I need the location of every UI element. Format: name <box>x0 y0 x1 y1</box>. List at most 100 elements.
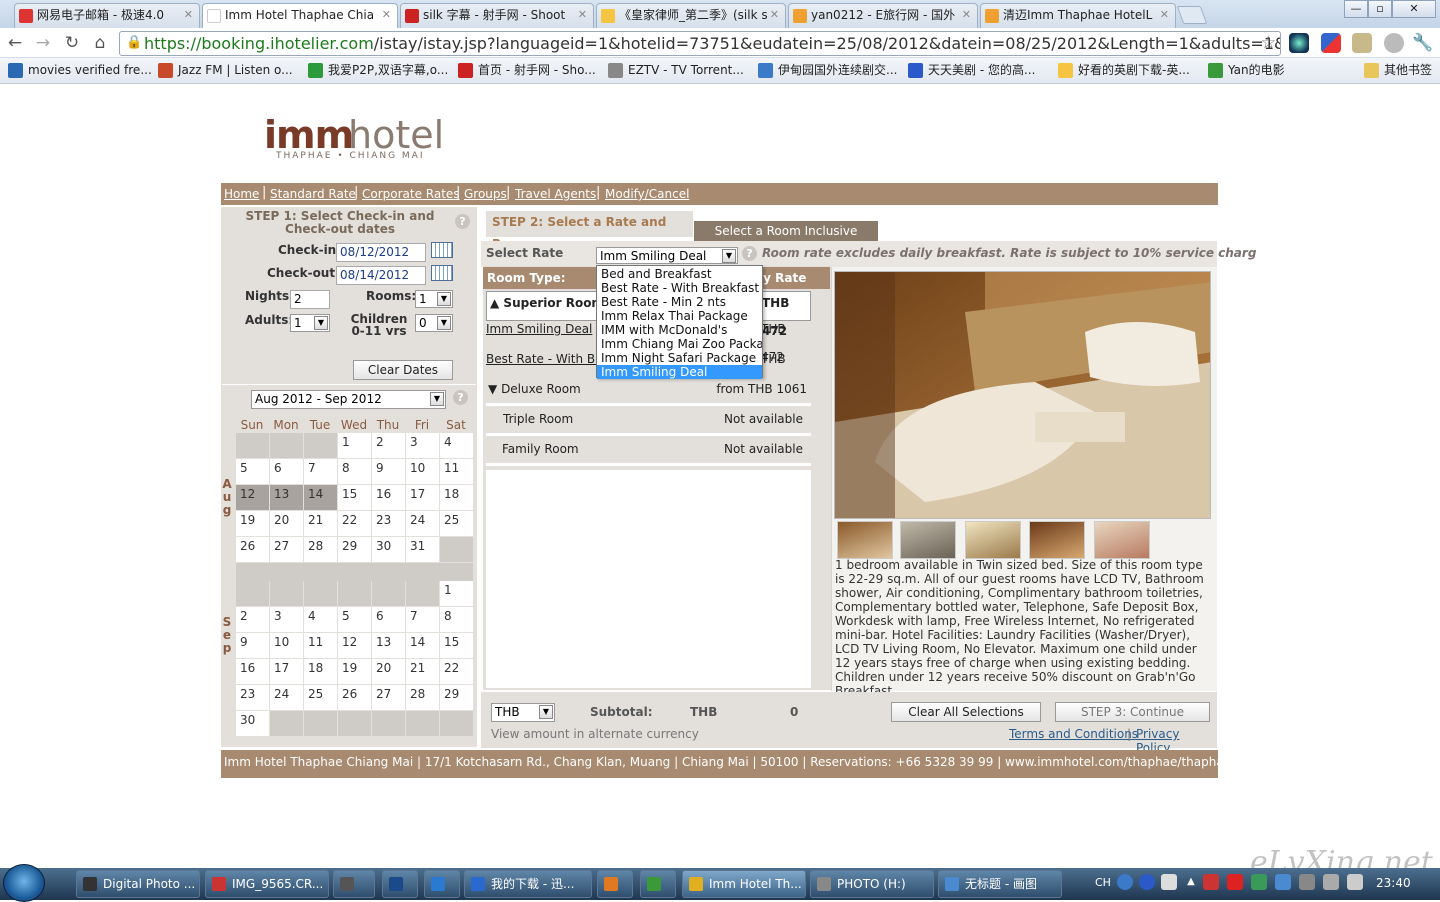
bookmark-item[interactable]: 好看的英剧下载-英... <box>1058 62 1190 78</box>
calendar-day[interactable]: 1 <box>440 581 473 606</box>
calendar-day[interactable]: 6 <box>270 459 303 484</box>
calendar-day[interactable]: 21 <box>304 511 337 536</box>
bookmark-item[interactable]: Yan的电影 <box>1208 62 1285 78</box>
calendar-day[interactable]: 27 <box>372 685 405 710</box>
taskbar-button[interactable]: 无标题 - 画图 <box>938 870 1062 898</box>
calendar-icon[interactable] <box>431 265 453 281</box>
bookmark-item[interactable]: 天天美剧 - 您的高... <box>908 62 1035 78</box>
bookmark-item[interactable]: 我爱P2P,双语字幕,o... <box>308 62 448 78</box>
calendar-day[interactable]: 7 <box>304 459 337 484</box>
calendar-day[interactable]: 8 <box>440 607 473 632</box>
tray-expand-icon[interactable]: ▲ <box>1183 874 1199 890</box>
room-thumbnail[interactable] <box>965 521 1021 559</box>
bookmark-item[interactable]: Jazz FM | Listen o... <box>158 62 293 78</box>
minimize-button[interactable]: — <box>1344 0 1368 18</box>
calendar-day[interactable]: 25 <box>304 685 337 710</box>
calendar-day[interactable]: 16 <box>236 659 269 684</box>
help-icon[interactable]: ? <box>742 246 757 261</box>
calendar-day[interactable]: 9 <box>372 459 405 484</box>
rate-option[interactable]: Imm Relax Thai Package <box>597 309 762 323</box>
calendar-day[interactable]: 8 <box>338 459 371 484</box>
calendar-day[interactable]: 20 <box>372 659 405 684</box>
menu-travel-agents[interactable]: Travel Agents <box>515 187 596 201</box>
extension-icon[interactable] <box>1352 33 1372 53</box>
terms-link[interactable]: Terms and Conditions <box>1009 727 1138 741</box>
adults-select[interactable]: 1 ▼ <box>290 314 330 332</box>
bookmark-item[interactable]: 首页 - 射手网 - Sho... <box>458 62 596 78</box>
rate-option[interactable]: Imm Night Safari Package <box>597 351 762 365</box>
other-bookmarks[interactable]: 其他书签 <box>1364 62 1432 78</box>
room-family[interactable]: Family Room Not available <box>486 438 811 466</box>
room-thumbnail[interactable] <box>1029 521 1085 559</box>
extension-icon[interactable] <box>1289 33 1309 53</box>
checkout-input[interactable]: 08/14/2012 <box>336 266 426 285</box>
rate-name-link[interactable]: Best Rate - With Bre <box>486 345 607 373</box>
calendar-day[interactable]: 30 <box>372 537 405 562</box>
tab-5[interactable]: 清迈Imm Thaphae HotelL ✕ <box>980 3 1176 28</box>
calendar-day[interactable]: 27 <box>270 537 303 562</box>
maximize-button[interactable]: ▫ <box>1368 0 1392 18</box>
tab-2[interactable]: silk 字幕 - 射手网 - Shoot ✕ <box>400 3 594 28</box>
close-icon[interactable]: ✕ <box>184 4 193 26</box>
calendar-day[interactable]: 18 <box>304 659 337 684</box>
rate-option[interactable]: Best Rate - Min 2 nts <box>597 295 762 309</box>
currency-select[interactable]: THB ▼ <box>491 703 555 722</box>
menu-groups[interactable]: Groups <box>464 187 507 201</box>
wrench-icon[interactable]: 🔧 <box>1412 33 1433 53</box>
start-button[interactable] <box>3 864 45 902</box>
bookmark-item[interactable]: movies verified fre... <box>8 62 152 78</box>
calendar-day[interactable]: 21 <box>406 659 439 684</box>
calendar-day[interactable]: 23 <box>236 685 269 710</box>
extension-icon[interactable] <box>1384 33 1404 53</box>
volume-icon[interactable] <box>1347 874 1363 890</box>
calendar-day[interactable]: 15 <box>338 485 371 510</box>
children-select[interactable]: 0 ▼ <box>415 314 453 332</box>
menu-modify-cancel[interactable]: Modify/Cancel <box>605 187 689 201</box>
rate-option[interactable]: IMM with McDonald's <box>597 323 762 337</box>
tray-icon[interactable] <box>1299 874 1315 890</box>
new-tab-button[interactable] <box>1176 6 1208 24</box>
calendar-day[interactable]: 29 <box>440 685 473 710</box>
calendar-day[interactable]: 24 <box>270 685 303 710</box>
taskbar-button[interactable] <box>382 870 418 898</box>
calendar-day[interactable]: 26 <box>338 685 371 710</box>
room-thumbnail[interactable] <box>1094 521 1150 559</box>
clear-dates-button[interactable]: Clear Dates <box>353 360 453 380</box>
help-icon[interactable]: ? <box>453 390 468 405</box>
calendar-day[interactable]: 16 <box>372 485 405 510</box>
calendar-day[interactable]: 20 <box>270 511 303 536</box>
taskbar-button[interactable] <box>424 870 460 898</box>
calendar-day[interactable]: 10 <box>270 633 303 658</box>
tray-icon[interactable] <box>1117 874 1133 890</box>
calendar-day[interactable]: 29 <box>338 537 371 562</box>
continue-button[interactable]: STEP 3: Continue Reservation <box>1055 702 1210 722</box>
rate-select[interactable]: Imm Smiling Deal ▼ <box>596 247 738 264</box>
rate-name-link[interactable]: Imm Smiling Deal <box>486 315 592 343</box>
rate-option[interactable]: Imm Chiang Mai Zoo Package <box>597 337 762 351</box>
calendar-day[interactable]: 12 <box>236 485 269 510</box>
calendar-day[interactable]: 11 <box>440 459 473 484</box>
calendar-day[interactable]: 30 <box>236 711 269 736</box>
calendar-day[interactable]: 11 <box>304 633 337 658</box>
window-close-button[interactable]: ✕ <box>1392 0 1436 18</box>
calendar-day[interactable]: 15 <box>440 633 473 658</box>
calendar-day[interactable]: 28 <box>406 685 439 710</box>
nights-input[interactable]: 2 <box>290 290 330 309</box>
language-indicator[interactable]: CH <box>1095 876 1111 889</box>
calendar-day[interactable]: 3 <box>406 433 439 458</box>
calendar-day[interactable]: 7 <box>406 607 439 632</box>
calendar-day[interactable]: 4 <box>304 607 337 632</box>
network-icon[interactable] <box>1323 874 1339 890</box>
extension-icon[interactable] <box>1321 33 1341 53</box>
calendar-day[interactable]: 19 <box>338 659 371 684</box>
calendar-day[interactable]: 17 <box>406 485 439 510</box>
rate-option[interactable]: Best Rate - With Breakfast <box>597 281 762 295</box>
help-tray-icon[interactable] <box>1139 874 1155 890</box>
close-icon[interactable]: ✕ <box>770 4 779 26</box>
rate-option[interactable]: Bed and Breakfast <box>597 267 762 281</box>
reload-icon[interactable]: ↻ <box>62 33 82 53</box>
calendar-day[interactable]: 4 <box>440 433 473 458</box>
calendar-day[interactable]: 23 <box>372 511 405 536</box>
room-package-tab[interactable]: Select a Room Inclusive Package <box>694 221 878 258</box>
tray-icon[interactable] <box>1251 874 1267 890</box>
